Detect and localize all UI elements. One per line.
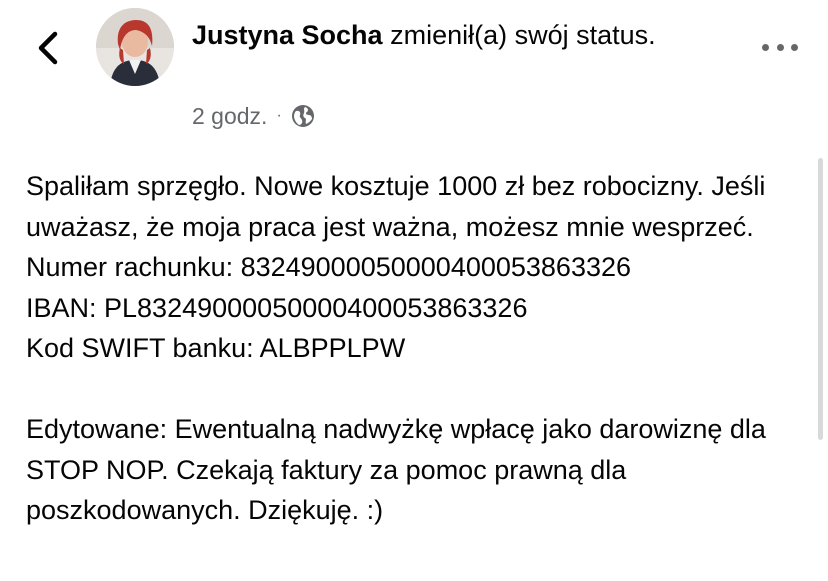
more-horizontal-icon-dot — [791, 43, 798, 51]
more-horizontal-icon-dot — [776, 43, 784, 51]
chevron-left-icon — [38, 31, 58, 65]
post-meta: 2 godz. · — [192, 100, 316, 132]
swift-code: Kod SWIFT banku: ALBPPLPW — [26, 333, 406, 363]
avatar-image — [96, 8, 174, 86]
post-paragraph: Spaliłam sprzęgło. Nowe kosztuje 1000 zł… — [26, 171, 766, 242]
iban: IBAN: PL83249000050000400053863326 — [26, 292, 528, 323]
more-options-button[interactable] — [762, 34, 798, 60]
avatar[interactable] — [96, 8, 174, 86]
scrollbar[interactable] — [818, 158, 823, 440]
account-number: Numer rachunku: 832490000500004000538633… — [26, 252, 632, 282]
post-header: Justyna Socha zmienił(a) swój status. — [192, 16, 712, 55]
globe-icon — [290, 103, 316, 129]
post-text: Spaliłam sprzęgło. Nowe kosztuje 1000 zł… — [26, 166, 816, 531]
timestamp[interactable]: 2 godz. — [192, 103, 267, 130]
meta-separator: · — [276, 107, 282, 124]
author-name[interactable]: Justyna Socha — [192, 20, 383, 50]
more-horizontal-icon-dot — [762, 43, 769, 51]
back-button[interactable] — [30, 26, 66, 70]
edit-note: Edytowane: Ewentualną nadwyżkę wpłacę ja… — [26, 414, 766, 525]
post-screen: Justyna Socha zmienił(a) swój status. 2 … — [0, 0, 828, 581]
status-change-text: zmienił(a) swój status. — [382, 20, 656, 50]
